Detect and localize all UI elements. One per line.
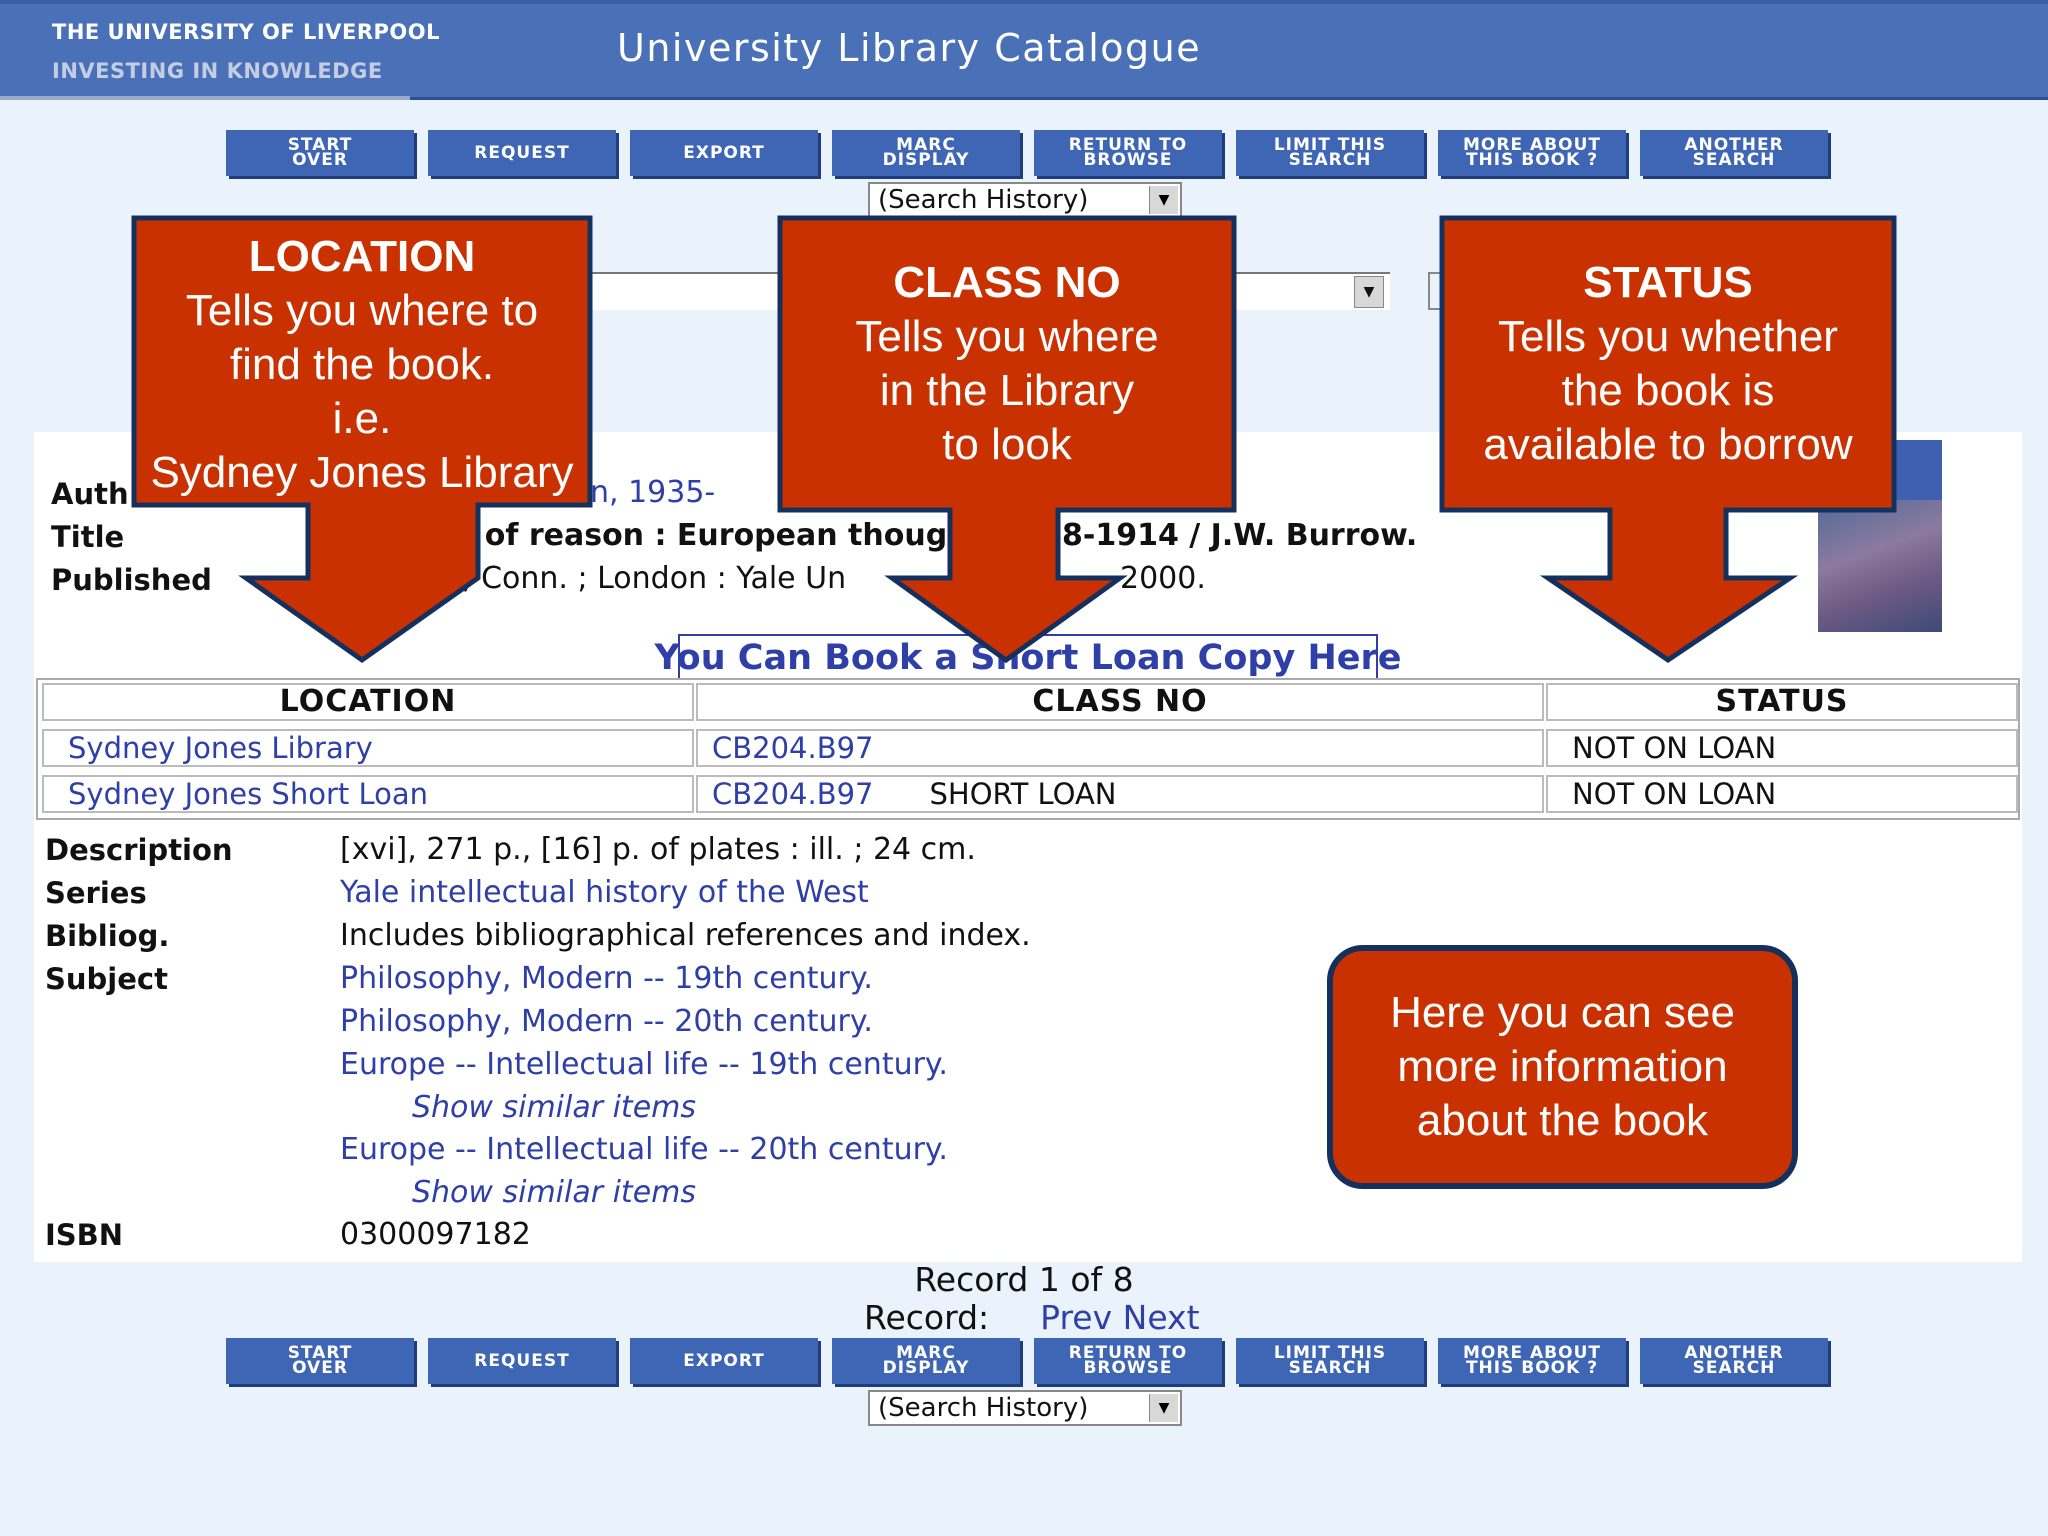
- location-callout-line: i.e.: [332, 394, 392, 443]
- status-callout-line: Tells you whether: [1498, 312, 1838, 361]
- status-callout-heading: STATUS: [1583, 258, 1753, 307]
- published-value-b: 2000.: [1120, 561, 1206, 596]
- more-info-callout: Here you can see more information about …: [1327, 945, 1798, 1189]
- table-row: Sydney Jones Short Loan CB204.B97 SHORT L…: [38, 772, 2018, 814]
- request-button[interactable]: Request: [428, 130, 616, 176]
- chevron-down-icon[interactable]: ▼: [1149, 1394, 1178, 1422]
- record-label: Record:: [864, 1298, 990, 1337]
- class-no-cell[interactable]: CB204.B97: [696, 729, 1544, 767]
- more-info-callout-line: more information: [1397, 1042, 1728, 1091]
- export-button[interactable]: Export: [630, 130, 818, 176]
- status-callout-line: available to borrow: [1483, 420, 1853, 469]
- search-history-select[interactable]: (Search History) ▼: [868, 1390, 1182, 1426]
- show-similar-link[interactable]: Show similar items: [412, 1090, 696, 1125]
- class-no-cell: CB204.B97 SHORT LOAN: [696, 775, 1544, 813]
- location-cell[interactable]: Sydney Jones Library: [42, 729, 694, 767]
- header-banner: THE UNIVERSITY OF LIVERPOOL INVESTING IN…: [0, 0, 2048, 100]
- record-navigation: Record: Prev Next: [864, 1298, 1200, 1337]
- published-value-a: , Conn. ; London : Yale Un: [462, 561, 847, 596]
- holdings-table: LOCATION CLASS NO STATUS Sydney Jones Li…: [36, 678, 2020, 820]
- holdings-header-row: LOCATION CLASS NO STATUS: [38, 680, 2018, 722]
- location-callout-heading: LOCATION: [248, 232, 476, 281]
- series-label: Series: [45, 876, 147, 910]
- show-similar-link[interactable]: Show similar items: [412, 1175, 696, 1210]
- status-header: STATUS: [1546, 683, 2018, 721]
- another-search-button[interactable]: Another Search: [1640, 1338, 1828, 1384]
- university-tagline: INVESTING IN KNOWLEDGE: [52, 59, 383, 83]
- bibliog-label: Bibliog.: [45, 919, 170, 953]
- subject-link[interactable]: Europe -- Intellectual life -- 20th cent…: [340, 1132, 948, 1167]
- class-no-link[interactable]: CB204.B97: [712, 777, 874, 811]
- more-about-book-button[interactable]: More About This Book ?: [1438, 1338, 1626, 1384]
- subject-link[interactable]: Europe -- Intellectual life -- 19th cent…: [340, 1047, 948, 1082]
- title-label: Title: [51, 520, 125, 554]
- logo-divider: [0, 96, 410, 100]
- another-search-button[interactable]: Another Search: [1640, 130, 1828, 176]
- prev-link[interactable]: Prev: [1040, 1298, 1112, 1337]
- location-callout-line: Sydney Jones Library: [150, 448, 574, 497]
- status-cell: NOT ON LOAN: [1546, 775, 2018, 813]
- limit-search-button[interactable]: Limit This Search: [1236, 130, 1424, 176]
- status-callout-line: the book is: [1561, 366, 1775, 415]
- start-over-button[interactable]: Start Over: [226, 1338, 414, 1384]
- chevron-down-icon[interactable]: ▼: [1354, 276, 1384, 308]
- isbn-value: 0300097182: [340, 1217, 531, 1252]
- subject-link[interactable]: Philosophy, Modern -- 19th century.: [340, 961, 873, 996]
- request-button[interactable]: Request: [428, 1338, 616, 1384]
- marc-display-button[interactable]: MARC Display: [832, 1338, 1020, 1384]
- title-value-b: 8-1914 / J.W. Burrow.: [1062, 518, 1418, 553]
- title-value-a: isis of reason : European though: [418, 518, 969, 553]
- description-value: [xvi], 271 p., [16] p. of plates : ill. …: [340, 832, 976, 867]
- short-loan-link[interactable]: You Can Book a Short Loan Copy Here: [655, 634, 1401, 682]
- subject-label: Subject: [45, 962, 168, 996]
- location-callout-line: find the book.: [229, 340, 495, 389]
- series-link[interactable]: Yale intellectual history of the West: [340, 875, 869, 910]
- search-history-select[interactable]: (Search History) ▼: [868, 182, 1182, 218]
- subject-link[interactable]: Philosophy, Modern -- 20th century.: [340, 1004, 873, 1039]
- record-count: Record 1 of 8: [914, 1260, 1134, 1299]
- location-callout-line: Tells you where to: [185, 286, 539, 335]
- class-no-header: CLASS NO: [696, 683, 1544, 721]
- location-header: LOCATION: [42, 683, 694, 721]
- search-history-value: (Search History): [878, 1393, 1089, 1423]
- catalogue-title: University Library Catalogue: [617, 26, 1202, 70]
- search-history-value: (Search History): [878, 185, 1089, 215]
- isbn-label: ISBN: [45, 1218, 124, 1252]
- class-no-callout-line: in the Library: [879, 366, 1135, 415]
- published-label: Published: [51, 563, 212, 597]
- loan-type-note: SHORT LOAN: [929, 777, 1117, 811]
- class-no-callout-heading: CLASS NO: [893, 258, 1121, 307]
- more-about-book-button[interactable]: More About This Book ?: [1438, 130, 1626, 176]
- chevron-down-icon[interactable]: ▼: [1149, 186, 1178, 214]
- more-info-callout-line: about the book: [1416, 1096, 1709, 1145]
- author-label: Auth: [51, 477, 129, 511]
- location-cell[interactable]: Sydney Jones Short Loan: [42, 775, 694, 813]
- more-info-callout-line: Here you can see: [1390, 988, 1735, 1037]
- export-button[interactable]: Export: [630, 1338, 818, 1384]
- marc-display-button[interactable]: MARC Display: [832, 130, 1020, 176]
- return-to-browse-button[interactable]: Return to Browse: [1034, 130, 1222, 176]
- description-label: Description: [45, 833, 233, 867]
- status-cell: NOT ON LOAN: [1546, 729, 2018, 767]
- start-over-button[interactable]: Start Over: [226, 130, 414, 176]
- next-link[interactable]: Next: [1123, 1298, 1200, 1337]
- table-row: Sydney Jones Library CB204.B97 NOT ON LO…: [38, 726, 2018, 768]
- class-no-callout-line: Tells you where: [855, 312, 1159, 361]
- class-no-callout-line: to look: [942, 420, 1072, 469]
- university-name: THE UNIVERSITY OF LIVERPOOL: [52, 20, 440, 44]
- limit-search-button[interactable]: Limit This Search: [1236, 1338, 1424, 1384]
- return-to-browse-button[interactable]: Return to Browse: [1034, 1338, 1222, 1384]
- bibliog-value: Includes bibliographical references and …: [340, 918, 1031, 953]
- author-link[interactable]: n, 1935-: [590, 475, 715, 510]
